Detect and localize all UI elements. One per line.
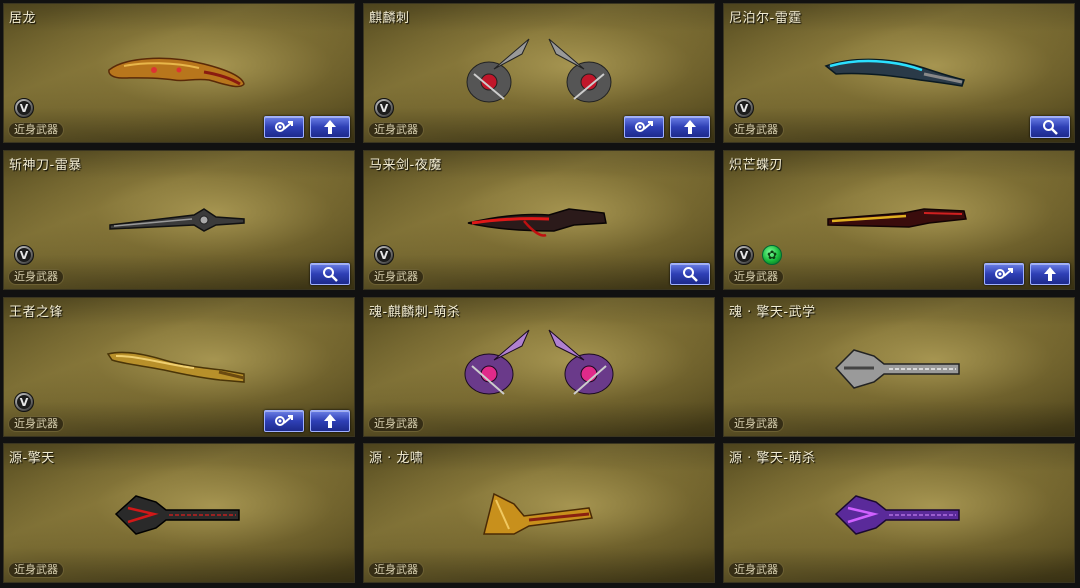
weapon-card-zhanshendao[interactable]: 斩神刀-雷暴 V 近身武器 [3, 150, 355, 290]
weapon-card-yuan-longxiao[interactable]: 源 · 龙啸 近身武器 [363, 443, 715, 583]
category-tag: 近身武器 [8, 269, 64, 285]
weapon-name: 王者之锋 [9, 305, 64, 320]
category-tag: 近身武器 [368, 122, 424, 138]
category-tag: 近身武器 [368, 269, 424, 285]
wrench-settings-button[interactable] [984, 263, 1024, 285]
v-rank-icon: V [14, 392, 34, 412]
weapon-name: 居龙 [9, 11, 37, 26]
weapon-card-qilinci[interactable]: 麒麟刺 V 近身武器 [363, 3, 715, 143]
upgrade-button[interactable] [1030, 263, 1070, 285]
wrench-gear-icon [635, 121, 653, 132]
weapon-name: 魂-麒麟刺-萌杀 [369, 305, 461, 320]
search-button[interactable] [670, 263, 710, 285]
weapon-name: 麒麟刺 [369, 11, 410, 26]
search-button[interactable] [310, 263, 350, 285]
weapon-name: 源 · 擎天-萌杀 [729, 451, 816, 466]
weapon-name: 源 · 龙啸 [369, 451, 424, 466]
wrench-settings-button[interactable] [264, 116, 304, 138]
wrench-gear-icon [995, 268, 1013, 279]
arrow-up-icon [324, 120, 336, 134]
category-tag: 近身武器 [728, 122, 784, 138]
weapon-card-yuan-qingtian-mengsha[interactable]: 源 · 擎天-萌杀 近身武器 [723, 443, 1075, 583]
weapon-name: 魂 · 擎天-武学 [729, 305, 816, 320]
v-rank-icon: V [374, 98, 394, 118]
weapon-name: 马来剑-夜魔 [369, 158, 442, 173]
weapon-inventory-grid: 居龙 V 近身武器 麒麟刺 V 近身武器 尼泊尔-雷霆 V 近身武器 斩神刀-雷… [0, 0, 1080, 588]
wrench-settings-button[interactable] [624, 116, 664, 138]
category-tag: 近身武器 [728, 269, 784, 285]
search-icon [1043, 120, 1058, 135]
upgrade-button[interactable] [310, 410, 350, 432]
arrow-up-icon [1044, 267, 1056, 281]
weapon-card-chimang[interactable]: 炽芒蝶刃 V ✿ 近身武器 [723, 150, 1075, 290]
category-tag: 近身武器 [728, 416, 784, 432]
search-icon [683, 267, 698, 282]
weapon-card-hun-qingtian[interactable]: 魂 · 擎天-武学 近身武器 [723, 297, 1075, 437]
weapon-card-malay-sword[interactable]: 马来剑-夜魔 V 近身武器 [363, 150, 715, 290]
v-rank-icon: V [374, 245, 394, 265]
weapon-card-nepal-thunder[interactable]: 尼泊尔-雷霆 V 近身武器 [723, 3, 1075, 143]
arrow-up-icon [324, 414, 336, 428]
category-tag: 近身武器 [368, 416, 424, 432]
wrench-gear-icon [275, 415, 293, 426]
weapon-name: 斩神刀-雷暴 [9, 158, 82, 173]
green-gem-icon: ✿ [762, 245, 782, 265]
search-button[interactable] [1030, 116, 1070, 138]
category-tag: 近身武器 [8, 122, 64, 138]
v-rank-icon: V [14, 98, 34, 118]
weapon-name: 尼泊尔-雷霆 [729, 11, 802, 26]
category-tag: 近身武器 [8, 416, 64, 432]
arrow-up-icon [684, 120, 696, 134]
weapon-name: 炽芒蝶刃 [729, 158, 784, 173]
category-tag: 近身武器 [8, 562, 64, 578]
weapon-name: 源-擎天 [9, 451, 55, 466]
upgrade-button[interactable] [310, 116, 350, 138]
category-tag: 近身武器 [368, 562, 424, 578]
search-icon [323, 267, 338, 282]
wrench-gear-icon [275, 121, 293, 132]
wrench-settings-button[interactable] [264, 410, 304, 432]
v-rank-icon: V [734, 245, 754, 265]
v-rank-icon: V [14, 245, 34, 265]
weapon-card-yuan-qingtian[interactable]: 源-擎天 近身武器 [3, 443, 355, 583]
upgrade-button[interactable] [670, 116, 710, 138]
v-rank-icon: V [734, 98, 754, 118]
weapon-card-julong[interactable]: 居龙 V 近身武器 [3, 3, 355, 143]
weapon-card-hun-qilinci[interactable]: 魂-麒麟刺-萌杀 近身武器 [363, 297, 715, 437]
weapon-card-wangzhe[interactable]: 王者之锋 V 近身武器 [3, 297, 355, 437]
category-tag: 近身武器 [728, 562, 784, 578]
